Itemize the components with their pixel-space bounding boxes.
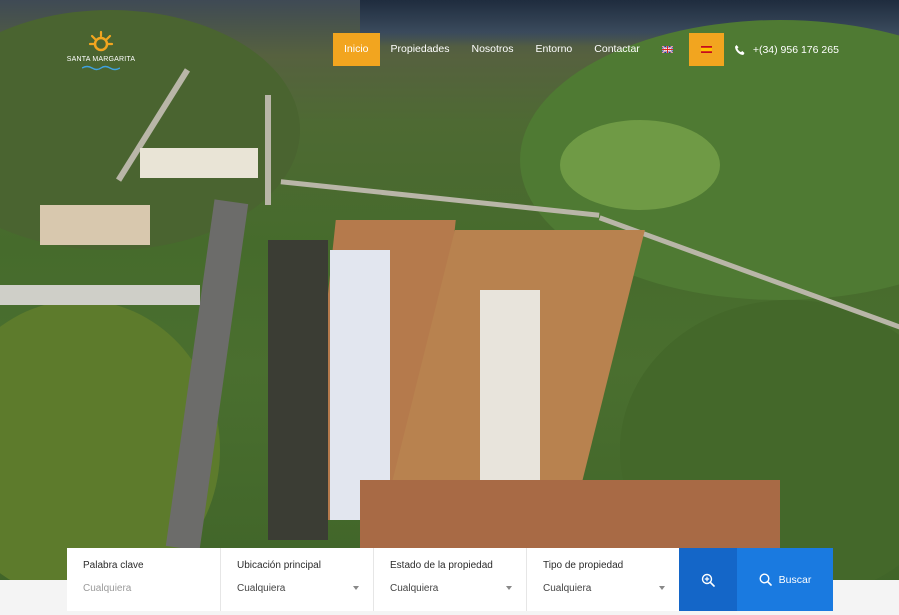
keyword-field[interactable]: Palabra clave Cualquiera xyxy=(67,548,220,611)
road xyxy=(268,240,328,540)
brand-name: SANTA MARGARITA xyxy=(66,56,136,63)
site-logo[interactable]: SANTA MARGARITA xyxy=(66,30,136,71)
phone-icon xyxy=(734,44,745,55)
status-select[interactable]: Estado de la propiedad Cualquiera xyxy=(373,548,526,611)
location-select[interactable]: Ubicación principal Cualquiera xyxy=(220,548,373,611)
building xyxy=(40,205,150,245)
phone-contact[interactable]: +(34) 956 176 265 xyxy=(734,44,839,56)
keyword-input[interactable]: Cualquiera xyxy=(83,583,204,594)
nav-contactar[interactable]: Contactar xyxy=(583,33,651,66)
zoom-in-icon xyxy=(701,573,715,587)
nav-propiedades[interactable]: Propiedades xyxy=(380,33,461,66)
type-value: Cualquiera xyxy=(543,583,592,594)
building xyxy=(480,290,540,500)
phone-number: +(34) 956 176 265 xyxy=(752,43,839,56)
type-select[interactable]: Tipo de propiedad Cualquiera xyxy=(526,548,679,611)
search-submit-button[interactable]: Buscar xyxy=(737,548,833,611)
language-english[interactable] xyxy=(655,33,681,66)
search-icon xyxy=(759,573,772,586)
keyword-label: Palabra clave xyxy=(83,560,144,571)
hill xyxy=(560,120,720,210)
nav-entorno[interactable]: Entorno xyxy=(525,33,584,66)
nav-inicio[interactable]: Inicio xyxy=(333,33,380,66)
property-search-bar: Palabra clave Cualquiera Ubicación princ… xyxy=(67,548,833,611)
main-nav: Inicio Propiedades Nosotros Entorno Cont… xyxy=(333,33,839,66)
status-label: Estado de la propiedad xyxy=(390,560,493,571)
status-value: Cualquiera xyxy=(390,583,439,594)
sun-logo-icon xyxy=(88,30,114,52)
waves-logo-icon xyxy=(82,65,120,71)
uk-flag-icon xyxy=(662,46,674,53)
road xyxy=(265,95,271,205)
building xyxy=(140,148,258,178)
search-submit-label: Buscar xyxy=(778,573,812,586)
advanced-search-button[interactable] xyxy=(679,548,737,611)
hero-aerial-image xyxy=(0,0,899,615)
location-value: Cualquiera xyxy=(237,583,286,594)
location-label: Ubicación principal xyxy=(237,560,321,571)
chevron-down-icon xyxy=(353,586,359,590)
type-label: Tipo de propiedad xyxy=(543,560,624,571)
chevron-down-icon xyxy=(659,586,665,590)
building xyxy=(0,285,200,305)
building-roof xyxy=(360,480,780,550)
spain-flag-icon xyxy=(700,46,712,53)
nav-nosotros[interactable]: Nosotros xyxy=(460,33,524,66)
chevron-down-icon xyxy=(506,586,512,590)
language-spanish[interactable] xyxy=(688,33,724,66)
